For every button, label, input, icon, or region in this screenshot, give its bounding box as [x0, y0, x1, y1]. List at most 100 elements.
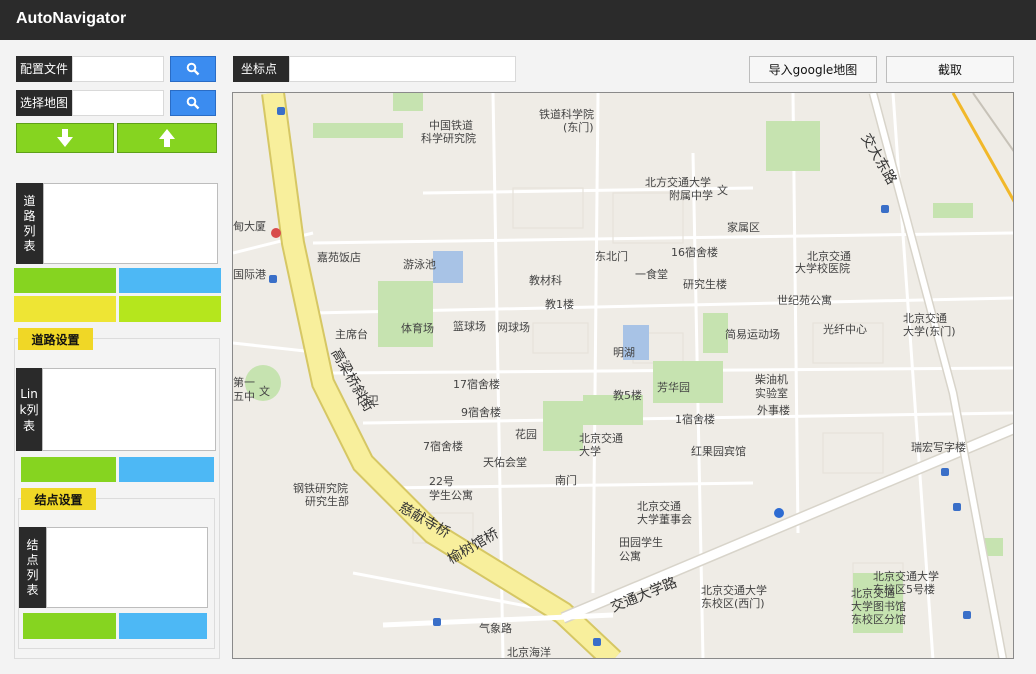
color-swatch-blue[interactable]	[119, 268, 221, 293]
map-label: 7宿舍楼	[423, 439, 463, 453]
map-label: (东门)	[563, 120, 594, 134]
map-label: 9宿舍楼	[461, 405, 501, 419]
map-label: 22号	[429, 475, 454, 488]
node-add-button[interactable]	[23, 613, 116, 639]
map-label: 东北门	[595, 249, 628, 263]
node-settings-tag: 结点设置	[21, 488, 96, 510]
map-label: 北京交通大学	[873, 569, 939, 583]
map-label: 田园学生	[619, 535, 663, 549]
map-label: 门卫	[357, 393, 379, 407]
link-list-label-text: Link列表	[19, 386, 39, 433]
map-label: 铁道科学院	[539, 107, 594, 121]
map-label: 附属中学	[669, 188, 713, 202]
map-label: 光纤中心	[823, 322, 867, 336]
arrow-down-icon	[57, 129, 73, 147]
road-list[interactable]	[43, 183, 218, 264]
coordinate-label: 坐标点	[233, 56, 289, 82]
link-list[interactable]	[42, 368, 216, 451]
capture-button[interactable]: 截取	[886, 56, 1014, 83]
color-swatch-green[interactable]	[14, 268, 116, 293]
map-label: 学生公寓	[429, 488, 473, 502]
map-label: 文	[259, 384, 270, 398]
map-label: 北京交通	[903, 311, 947, 325]
title-bar: AutoNavigator	[0, 0, 1036, 40]
map-label: 体育场	[401, 321, 434, 335]
app-title: AutoNavigator	[16, 10, 127, 27]
map-label: 文	[717, 183, 728, 197]
map-label: 研究生楼	[683, 277, 727, 291]
map-label: 北京交通	[851, 586, 895, 600]
arrow-up-icon	[159, 129, 175, 147]
map-label: 主席台	[335, 327, 368, 341]
map-label: 花园	[515, 428, 537, 441]
map-label: 1宿舍楼	[675, 412, 715, 426]
map-label: 南门	[555, 473, 577, 487]
map-label: 国际港	[233, 268, 266, 281]
config-file-input[interactable]	[72, 56, 164, 82]
road-settings-tag: 道路设置	[18, 328, 93, 350]
link-add-button[interactable]	[21, 457, 116, 482]
map-label: 嘉苑饭店	[317, 250, 361, 264]
map-label: 大学董事会	[637, 512, 692, 526]
node-list[interactable]	[46, 527, 208, 608]
link-list-label: Link列表	[16, 368, 42, 451]
map-label: 教材科	[529, 273, 562, 287]
map-label: 芳华园	[657, 380, 690, 394]
map-label: 北京交通	[579, 431, 623, 445]
config-file-search-button[interactable]	[170, 56, 216, 82]
map-label: 钢铁研究院	[293, 481, 348, 495]
node-list-label-text: 结点列表	[26, 537, 39, 597]
color-swatch-lime[interactable]	[119, 296, 221, 322]
map-label: 世纪苑公寓	[777, 293, 832, 307]
map-label: 柴油机	[755, 372, 788, 386]
map-label: 科学研究院	[421, 131, 476, 145]
map-label: 北京交通	[807, 249, 851, 263]
node-list-label: 结点列表	[19, 527, 46, 608]
select-map-search-button[interactable]	[170, 90, 216, 116]
map-label: 北京交通	[637, 499, 681, 513]
link-remove-button[interactable]	[119, 457, 214, 482]
map-label: 甸大厦	[233, 219, 266, 233]
map-label: 第一	[233, 375, 255, 389]
map-label: 公寓	[619, 549, 641, 563]
map-label: 气象路	[479, 621, 512, 635]
map-label: 家属区	[727, 220, 760, 234]
map-label: 明湖	[613, 346, 635, 359]
map-label: 北方交通大学	[645, 175, 711, 189]
map-label: 外事楼	[757, 403, 790, 417]
node-remove-button[interactable]	[119, 613, 207, 639]
map-view[interactable]: 铁道科学院 (东门) 中国铁道 科学研究院 交大东路 北方交通大学 附属中学 家属区 甸大厦 嘉苑…	[232, 92, 1014, 659]
download-button[interactable]	[16, 123, 114, 153]
map-label: 大学校医院	[795, 261, 850, 275]
map-label: 红果园宾馆	[691, 444, 746, 458]
map-label: 东校区(西门)	[701, 596, 765, 610]
map-label: 东校区分馆	[851, 612, 906, 626]
map-label: 简易运动场	[725, 327, 780, 341]
select-map-input[interactable]	[72, 90, 164, 116]
upload-button[interactable]	[117, 123, 217, 153]
map-label: 实验室	[755, 386, 788, 400]
map-label: 大学图书馆	[851, 599, 906, 613]
map-label: 中国铁道	[429, 118, 473, 132]
map-label: 游泳池	[403, 257, 436, 271]
map-label: 一食堂	[635, 267, 668, 281]
map-label: 天佑会堂	[483, 455, 527, 469]
map-canvas: 铁道科学院(东门)中国铁道科学研究院 交大东路北方交通大学附属中学家属区甸大厦嘉苑…	[233, 93, 1013, 659]
map-label: 16宿舍楼	[671, 245, 718, 259]
map-label: 教5楼	[613, 388, 642, 402]
map-label: 大学(东门)	[903, 324, 956, 338]
map-label: 瑞宏写字楼	[911, 440, 966, 454]
select-map-label: 选择地图	[16, 90, 72, 116]
map-label: 17宿舍楼	[453, 377, 500, 391]
map-label: 北京海洋	[507, 645, 551, 659]
map-label: 研究生部	[305, 494, 349, 508]
import-google-map-button[interactable]: 导入google地图	[749, 56, 877, 83]
search-icon	[186, 96, 200, 110]
search-icon	[186, 62, 200, 76]
color-swatch-yellow[interactable]	[14, 296, 116, 322]
coordinate-input[interactable]	[289, 56, 516, 82]
map-label: 教1楼	[545, 297, 574, 311]
map-label: 五中	[233, 390, 255, 403]
map-label: 大学	[579, 444, 601, 458]
road-list-label: 道路列表	[16, 183, 43, 264]
